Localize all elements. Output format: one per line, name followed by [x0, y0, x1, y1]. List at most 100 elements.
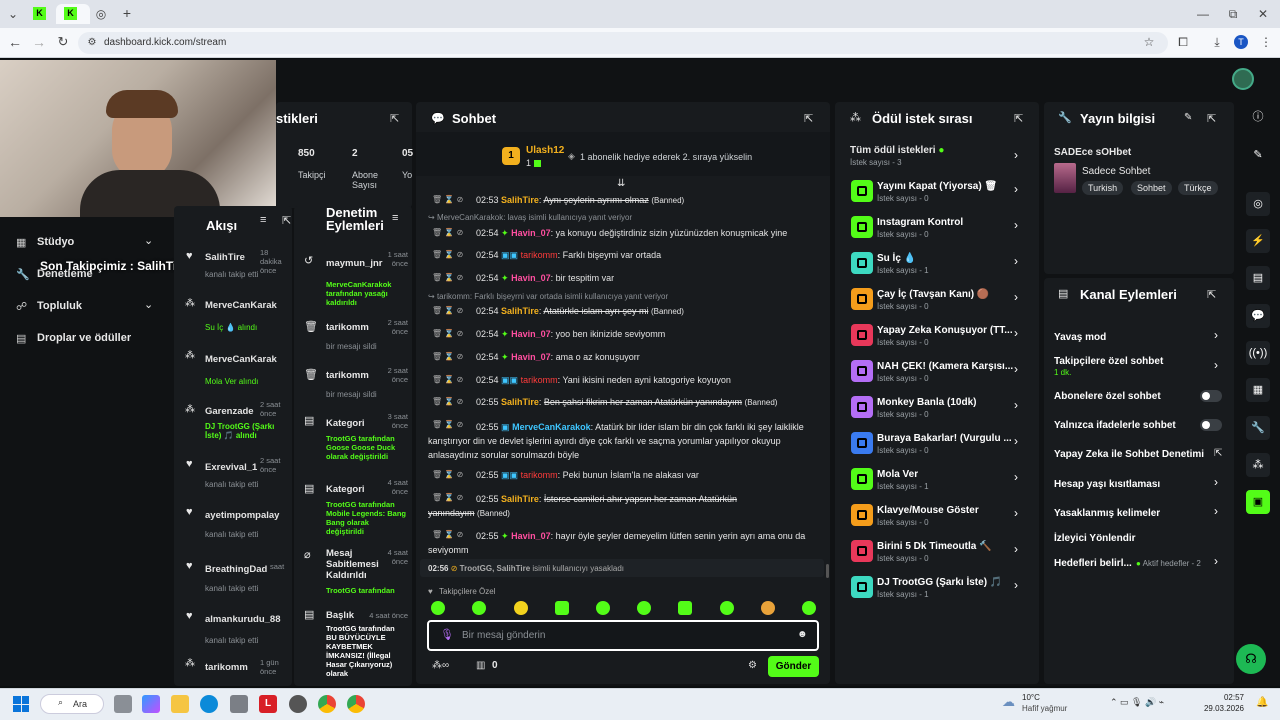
browser-tab[interactable]: K	[28, 4, 52, 24]
chat-message[interactable]: 02:55 SalihTire: İsterse camileri ahır y…	[428, 492, 816, 521]
tag[interactable]: Turkish	[1082, 181, 1124, 195]
store-icon[interactable]	[230, 695, 248, 713]
msg-user[interactable]: Havin_07	[511, 352, 551, 362]
reward-name[interactable]: Yayını Kapat (Yiyorsa) 🗑	[877, 181, 997, 192]
lightning-icon[interactable]: ⚡	[1246, 229, 1270, 253]
user-avatar[interactable]	[1232, 68, 1254, 90]
new-tab-button[interactable]: +	[120, 6, 134, 20]
mod-tools-icons[interactable]: 🗑 ⌛ ⊘	[432, 352, 463, 361]
activity-item[interactable]: ⁂ MerveCanKarak Su İç 💧 alındı	[174, 292, 292, 344]
emote-icon[interactable]	[761, 601, 775, 615]
chat-message[interactable]: 02:53 SalihTire: Aynı şeylerin ayrımı ol…	[476, 195, 684, 205]
msg-user[interactable]: SalihTire	[501, 494, 539, 504]
emote-icon[interactable]	[514, 601, 528, 615]
chevron-right-icon[interactable]: ›	[1014, 326, 1018, 340]
support-icon[interactable]: ☊	[1236, 644, 1266, 674]
chevron-right-icon[interactable]: ›	[1014, 470, 1018, 484]
action-banned-words[interactable]: Yasaklanmış kelimeler	[1054, 508, 1160, 519]
popout-icon[interactable]: ⇱	[1207, 112, 1216, 125]
reward-name[interactable]: Su İç 💧	[877, 253, 916, 264]
popout-icon[interactable]: ⇱	[282, 214, 291, 227]
chevron-right-icon[interactable]: ›	[1014, 148, 1018, 162]
mod-action-item[interactable]: ⌀ Mesaj Sabitlemesi Kaldırıldı 4 saat ön…	[294, 544, 412, 604]
chat-message[interactable]: 02:54 ✦ Havin_07: ya konuyu değiştirdini…	[476, 228, 787, 239]
chevron-right-icon[interactable]: ›	[1214, 358, 1218, 372]
msg-user[interactable]: tarikomm	[521, 375, 558, 385]
action-subs-only[interactable]: Abonelere özel sohbet	[1054, 391, 1161, 402]
activity-item[interactable]: ♥ SalihTire 18 dakika önce kanalı takip …	[174, 244, 292, 292]
reward-name[interactable]: NAH ÇEK! (Kamera Karşısı...	[877, 361, 1013, 372]
action-followers-only[interactable]: Takipçilere özel sohbet	[1054, 356, 1163, 367]
url-text[interactable]: dashboard.kick.com/stream	[104, 37, 226, 48]
back-icon[interactable]: ←	[8, 35, 22, 49]
task-view-icon[interactable]	[114, 695, 132, 713]
external-link-icon[interactable]: ⇱	[1214, 448, 1222, 459]
activity-item[interactable]: ⁂ Garenzade 2 saat önce DJ TrootGG (Şark…	[174, 396, 292, 450]
extensions-icon[interactable]: ⧠	[1176, 35, 1190, 49]
chevron-right-icon[interactable]: ›	[1014, 434, 1018, 448]
emote-only-toggle[interactable]	[1200, 419, 1222, 431]
layout-icon[interactable]: ▦	[1246, 378, 1270, 402]
emote-icon[interactable]	[678, 601, 692, 615]
pause-scroll-icon[interactable]: ⇊	[617, 178, 625, 189]
chevron-right-icon[interactable]: ›	[1214, 504, 1218, 518]
chevron-right-icon[interactable]: ›	[1014, 506, 1018, 520]
profile-avatar[interactable]: T	[1234, 35, 1248, 49]
document-icon[interactable]: ▤	[1246, 266, 1270, 290]
reload-icon[interactable]: ↻	[56, 35, 70, 49]
msg-user[interactable]: Havin_07	[511, 531, 551, 541]
chat-message[interactable]: 02:54 ✦ Havin_07: yoo ben ikinizide sevi…	[476, 329, 665, 340]
mod-action-item[interactable]: 🗑 tarikomm 2 saat önce bir mesajı sildi	[294, 316, 412, 358]
action-account-age[interactable]: Hesap yaşı kısıtlaması	[1054, 479, 1160, 490]
nav-studio[interactable]: Stüdyo	[37, 236, 74, 248]
mod-action-item[interactable]: ↺ maymun_jnr 1 saat önce MerveCanKarakok…	[294, 246, 412, 310]
bookmark-star-icon[interactable]: ☆	[1142, 35, 1156, 49]
mod-tools-icons[interactable]: 🗑 ⌛ ⊘	[432, 195, 463, 204]
globe-icon[interactable]: ◎	[94, 7, 108, 21]
mod-action-item[interactable]: 🗑 tarikomm 2 saat önce bir mesajı sildi	[294, 360, 412, 402]
reward-name[interactable]: Birini 5 Dk Timeoutla 🔨	[877, 541, 992, 552]
mod-tools-icons[interactable]: 🗑 ⌛ ⊘	[432, 375, 463, 384]
emote-icon[interactable]	[596, 601, 610, 615]
reward-name[interactable]: Buraya Bakarlar! (Vurgulu ...	[877, 433, 1012, 444]
mod-tools-icons[interactable]: 🗑 ⌛ ⊘	[432, 329, 463, 338]
reward-name[interactable]: Instagram Kontrol	[877, 217, 963, 228]
activity-item[interactable]: ♥ Exrevival_1 2 saat önce kanalı takip e…	[174, 450, 292, 498]
msg-user[interactable]: Havin_07	[511, 228, 551, 238]
action-goals[interactable]: Hedefleri belirl...	[1054, 558, 1132, 569]
wrench-icon[interactable]: 🔧	[1246, 416, 1270, 440]
activity-item[interactable]: ♥ ayetimpompalay kanalı takip etti	[174, 498, 292, 552]
category-name[interactable]: Sadece Sohbet	[1082, 166, 1150, 177]
broadcast-icon[interactable]: ((•))	[1246, 341, 1270, 365]
chrome-icon-active[interactable]	[318, 695, 336, 713]
chat-scrollbar[interactable]	[826, 564, 829, 578]
chrome-icon[interactable]	[347, 695, 365, 713]
chat-message[interactable]: 02:55 ✦ Havin_07: hayır öyle şeyler deme…	[428, 529, 816, 557]
clock-date[interactable]: 29.03.2026	[1200, 704, 1244, 713]
chat-message[interactable]: 02:54 ▣▣ tarikomm: Yani ikisini neden ay…	[476, 375, 731, 386]
chevron-right-icon[interactable]: ›	[1214, 554, 1218, 568]
emote-icon[interactable]	[802, 601, 816, 615]
info-icon[interactable]: ⓘ	[1246, 105, 1270, 129]
taskbar-search[interactable]	[40, 694, 104, 714]
reward-name[interactable]: Çay İç (Tavşan Kanı) 🟤	[877, 289, 989, 300]
top-gifter-name[interactable]: Ulash12	[526, 145, 564, 156]
activity-item[interactable]: ⁂ MerveCanKarak Mola Ver alındı	[174, 344, 292, 396]
url-box[interactable]	[78, 32, 1168, 54]
clock-time[interactable]: 02:57	[1222, 693, 1244, 702]
chevron-down-icon[interactable]: ⌄	[144, 234, 153, 247]
emote-icon[interactable]	[637, 601, 651, 615]
nav-community[interactable]: Topluluk	[37, 300, 82, 312]
restore-button[interactable]: ⧉	[1226, 7, 1240, 21]
msg-user[interactable]: Havin_07	[511, 329, 551, 339]
all-rewards[interactable]: Tüm ödül istekleri ●	[850, 145, 944, 156]
nav-drops[interactable]: Droplar ve ödüller	[37, 332, 131, 344]
minimize-button[interactable]: —	[1196, 7, 1210, 21]
close-window-button[interactable]: ✕	[1256, 7, 1270, 21]
menu-dots-icon[interactable]: ⋮	[1260, 35, 1272, 49]
browser-tab-active[interactable]: K	[56, 4, 90, 24]
focus-icon[interactable]: ◎	[1246, 192, 1270, 216]
activity-item[interactable]: ⁂ tarikomm 1 gün önce	[174, 656, 292, 686]
app-l-icon[interactable]: L	[259, 695, 277, 713]
chat-icon[interactable]: 💬	[1246, 304, 1270, 328]
